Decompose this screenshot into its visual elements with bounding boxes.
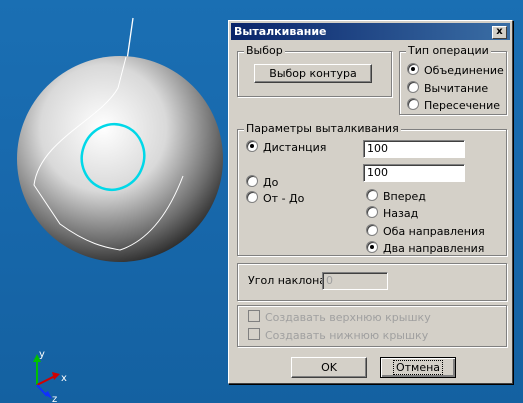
axis-triad xyxy=(33,354,60,399)
radio-backward-label: Назад xyxy=(383,207,419,220)
radio-union[interactable]: Объединение xyxy=(407,63,504,77)
radio-subtract-label: Вычитание xyxy=(424,82,489,95)
radio-distance[interactable]: Дистанция xyxy=(246,140,326,154)
caps-group: Создавать верхнюю крышку Создавать нижню… xyxy=(237,305,507,347)
operation-type-label: Тип операции xyxy=(406,44,491,57)
extrude-dialog: Выталкивание x Выбор Выбор контура Тип о… xyxy=(228,20,513,384)
angle-group: Угол наклона: 0 xyxy=(237,263,507,301)
top-cap-label: Создавать верхнюю крышку xyxy=(265,311,431,324)
close-icon: x xyxy=(496,26,503,37)
radio-both-label: Оба направления xyxy=(383,225,485,238)
close-button[interactable]: x xyxy=(492,26,507,39)
selection-group: Выбор Выбор контура xyxy=(237,44,392,97)
axis-z-label: z xyxy=(52,394,57,403)
radio-two-directions[interactable]: Два направления xyxy=(366,241,484,255)
angle-label: Угол наклона: xyxy=(248,274,330,287)
radio-subtract[interactable]: Вычитание xyxy=(407,81,488,95)
distance1-input[interactable]: 100 xyxy=(363,140,465,158)
axis-x-label: x xyxy=(61,373,67,384)
dialog-title-bar[interactable]: Выталкивание x xyxy=(231,23,510,40)
radio-intersect-label: Пересечение xyxy=(424,99,500,112)
top-cap-box xyxy=(248,310,260,322)
distance2-input[interactable]: 100 xyxy=(363,164,465,182)
ok-button[interactable]: OK xyxy=(291,357,367,378)
radio-backward-dot xyxy=(366,206,378,218)
radio-backward[interactable]: Назад xyxy=(366,206,418,220)
radio-forward[interactable]: Вперед xyxy=(366,189,426,203)
cancel-button[interactable]: Отмена xyxy=(380,357,456,378)
select-contour-button[interactable]: Выбор контура xyxy=(254,64,372,83)
radio-intersect[interactable]: Пересечение xyxy=(407,98,500,112)
radio-union-dot xyxy=(407,63,419,75)
radio-both-dot xyxy=(366,224,378,236)
extrude-direction-line xyxy=(126,17,134,61)
ok-label: OK xyxy=(321,361,337,374)
cancel-label: Отмена xyxy=(392,360,444,375)
sphere[interactable] xyxy=(17,56,223,262)
radio-from-to[interactable]: От - До xyxy=(246,191,304,205)
radio-forward-label: Вперед xyxy=(383,190,426,203)
dialog-title: Выталкивание xyxy=(234,25,327,38)
selection-group-label: Выбор xyxy=(244,44,285,57)
radio-intersect-dot xyxy=(407,98,419,110)
radio-subtract-dot xyxy=(407,81,419,93)
radio-distance-label: Дистанция xyxy=(263,141,327,154)
radio-two-dot xyxy=(366,241,378,253)
bottom-cap-box xyxy=(248,328,260,340)
operation-type-group: Тип операции Объединение Вычитание Перес… xyxy=(399,44,507,115)
angle-input: 0 xyxy=(322,272,388,290)
top-cap-checkbox: Создавать верхнюю крышку xyxy=(248,310,431,324)
radio-to-dot xyxy=(246,175,258,187)
radio-forward-dot xyxy=(366,189,378,201)
bottom-cap-label: Создавать нижнюю крышку xyxy=(265,329,429,342)
bottom-cap-checkbox: Создавать нижнюю крышку xyxy=(248,328,428,342)
radio-to[interactable]: До xyxy=(246,175,278,189)
radio-to-label: До xyxy=(263,176,279,189)
radio-distance-dot xyxy=(246,140,258,152)
extrude-params-group: Параметры выталкивания Дистанция До От -… xyxy=(237,122,507,256)
extrude-params-label: Параметры выталкивания xyxy=(244,122,401,135)
radio-union-label: Объединение xyxy=(424,64,504,77)
radio-from-to-dot xyxy=(246,191,258,203)
radio-two-label: Два направления xyxy=(383,242,485,255)
radio-both-directions[interactable]: Оба направления xyxy=(366,224,485,238)
select-contour-label: Выбор контура xyxy=(269,67,357,80)
axis-y-label: y xyxy=(39,349,45,360)
radio-from-to-label: От - До xyxy=(263,192,305,205)
